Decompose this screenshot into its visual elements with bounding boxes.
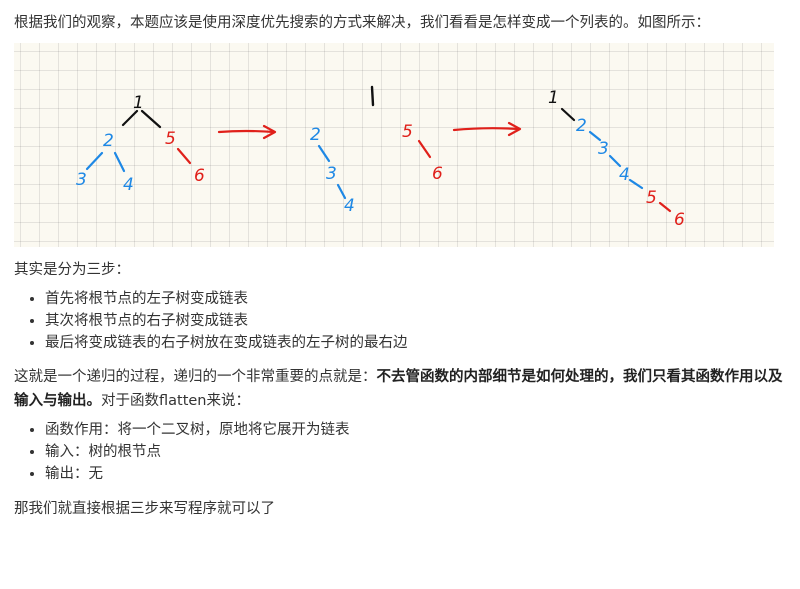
- recursion-tail: 对于函数flatten来说：: [101, 393, 250, 409]
- node-1-mark: [370, 85, 375, 107]
- node-6: 6: [432, 164, 443, 184]
- edge-2-3: [85, 151, 104, 171]
- node-4: 4: [619, 165, 630, 185]
- node-6: 6: [194, 166, 205, 186]
- edge-4-5: [628, 178, 644, 190]
- edge-5-6: [658, 201, 672, 213]
- stage-subtrees-flattened: 2 3 4 5 6: [310, 85, 443, 216]
- node-5: 5: [402, 122, 413, 142]
- function-spec-list: 函数作用：将一个二叉树，原地将它展开为链表 输入：树的根节点 输出：无: [14, 419, 786, 485]
- list-item: 其次将根节点的右子树变成链表: [45, 310, 786, 332]
- edge-2-3: [317, 144, 331, 163]
- edge-1-2: [560, 107, 576, 122]
- intro-paragraph: 根据我们的观察，本题应该是使用深度优先搜索的方式来解决，我们看看是怎样变成一个列…: [14, 15, 710, 31]
- node-1: 1: [548, 88, 559, 108]
- tree-flatten-illustration: 1 2 3 4 5 6 2 3 4 5 6 1 2 3 4 5 6: [14, 43, 774, 247]
- edge-1-2: [121, 109, 139, 127]
- list-item: 首先将根节点的左子树变成链表: [45, 288, 786, 310]
- node-3: 3: [76, 170, 87, 190]
- arrow-right-icon: [452, 121, 522, 137]
- recursion-paragraph: 这就是一个递归的过程，递归的一个非常重要的点就是：不去管函数的内部细节是如何处理…: [14, 365, 786, 413]
- node-4: 4: [344, 196, 355, 216]
- edge-2-4: [113, 151, 126, 173]
- list-item: 函数作用：将一个二叉树，原地将它展开为链表: [45, 419, 786, 441]
- node-3: 3: [326, 164, 337, 184]
- edge-5-6: [176, 147, 192, 165]
- node-6: 6: [674, 210, 685, 230]
- node-4: 4: [123, 175, 134, 195]
- list-item: 输入：树的根节点: [45, 441, 786, 463]
- article-body: 根据我们的观察，本题应该是使用深度优先搜索的方式来解决，我们看看是怎样变成一个列…: [0, 0, 800, 521]
- tree-diagram-svg: 1 2 3 4 5 6 2 3 4 5 6 1 2 3 4 5 6: [76, 85, 685, 230]
- node-2: 2: [103, 131, 114, 151]
- list-item: 输出：无: [45, 463, 786, 485]
- node-5: 5: [165, 129, 176, 149]
- edge-1-5: [140, 109, 162, 129]
- edge-5-6: [417, 139, 432, 159]
- steps-list: 首先将根节点的左子树变成链表 其次将根节点的右子树变成链表 最后将变成链表的右子…: [14, 288, 786, 354]
- closing-paragraph: 那我们就直接根据三步来写程序就可以了: [14, 501, 275, 517]
- list-item: 最后将变成链表的右子树放在变成链表的左子树的最右边: [45, 332, 786, 354]
- stage-original-tree: 1 2 3 4 5 6: [76, 93, 205, 195]
- stage-flattened-list: 1 2 3 4 5 6: [548, 88, 685, 230]
- recursion-lead: 这就是一个递归的过程，递归的一个非常重要的点就是：: [14, 369, 377, 385]
- node-3: 3: [598, 139, 609, 159]
- node-2: 2: [576, 116, 587, 136]
- node-2: 2: [310, 125, 321, 145]
- node-5: 5: [646, 188, 657, 208]
- arrow-right-icon: [217, 124, 277, 140]
- steps-intro: 其实是分为三步：: [14, 262, 130, 278]
- node-1: 1: [133, 93, 144, 113]
